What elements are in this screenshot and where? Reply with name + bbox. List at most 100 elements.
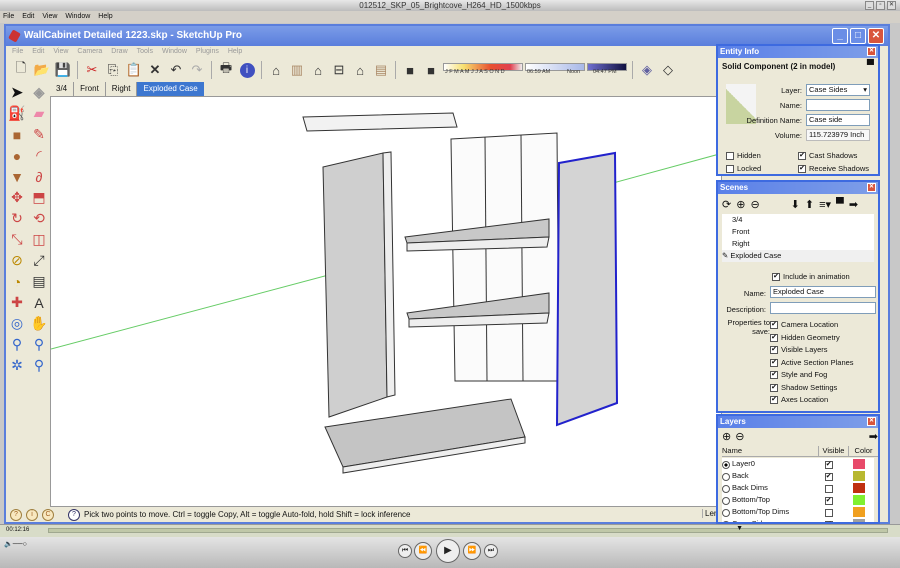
left-view-icon[interactable]: ▤	[372, 61, 390, 79]
protractor-icon[interactable]: ◔	[13, 274, 21, 290]
active-layer-radio[interactable]	[722, 509, 730, 517]
column-color[interactable]: Color	[848, 446, 878, 456]
scene-name-input[interactable]: Exploded Case	[770, 286, 876, 298]
scene-list-item[interactable]: Right	[732, 238, 874, 250]
layer-row[interactable]: Back✔	[722, 470, 874, 482]
view-options-icon[interactable]: ≡▾	[819, 198, 831, 211]
layer-row[interactable]: Layer0✔	[722, 458, 874, 470]
save-icon[interactable]: 💾	[54, 61, 72, 79]
add-scene-icon[interactable]: ⊕	[736, 198, 745, 211]
volume-slider[interactable]: 🔈──○	[4, 540, 27, 548]
scale-icon[interactable]: ⤡	[11, 231, 22, 248]
add-layer-icon[interactable]: ⊕	[722, 430, 731, 443]
name-input[interactable]	[806, 99, 870, 111]
layer-row[interactable]: Back Dims	[722, 482, 874, 494]
new-file-icon[interactable]: 🗋	[12, 61, 30, 79]
play-button[interactable]: ▶	[436, 539, 460, 563]
remove-layer-icon[interactable]: ⊖	[735, 430, 744, 443]
menu-view[interactable]: View	[53, 46, 68, 58]
app-maximize-button[interactable]: □	[850, 28, 866, 44]
tape-measure-icon[interactable]: ⊘	[11, 252, 23, 269]
property-checkbox[interactable]: ✔Visible Layers	[770, 344, 854, 357]
layer-details-icon[interactable]: ➡	[869, 430, 878, 443]
menu-edit[interactable]: Edit	[32, 46, 44, 58]
restore-button[interactable]: ▫	[876, 1, 885, 10]
remove-scene-icon[interactable]: ⊖	[750, 198, 759, 211]
layer-color-swatch[interactable]	[853, 483, 865, 493]
scene-tab[interactable]: Front	[74, 82, 106, 96]
close-icon[interactable]: ✕	[867, 183, 876, 192]
select-icon[interactable]: ➤	[11, 84, 23, 101]
locked-checkbox[interactable]: Locked	[726, 164, 761, 173]
menu-help[interactable]: Help	[228, 46, 242, 58]
menu-plugins[interactable]: Plugins	[196, 46, 219, 58]
paint-bucket-icon[interactable]: ⛽	[8, 105, 25, 122]
rotate-icon[interactable]: ↻	[11, 210, 23, 227]
credits-icon[interactable]: i	[26, 509, 38, 521]
property-checkbox[interactable]: ✔Shadow Settings	[770, 382, 854, 395]
open-folder-icon[interactable]: 📂	[33, 61, 51, 79]
layer-color-swatch[interactable]	[853, 495, 865, 505]
shadow-settings-icon[interactable]: ■	[401, 61, 419, 79]
player-menu-view[interactable]: View	[42, 11, 57, 23]
hidden-checkbox[interactable]: Hidden	[726, 151, 761, 160]
polygon-icon[interactable]: ▼	[10, 169, 24, 185]
close-icon[interactable]: ✕	[867, 47, 876, 56]
seek-thumb[interactable]: ▼	[736, 525, 743, 532]
line-icon[interactable]: ✎	[33, 126, 45, 143]
column-visible[interactable]: Visible	[818, 446, 848, 456]
freehand-icon[interactable]: ∂	[36, 169, 43, 185]
paste-icon[interactable]: 📋	[125, 61, 143, 79]
cast-shadows-checkbox[interactable]: ✔Cast Shadows	[798, 151, 857, 160]
menu-camera[interactable]: Camera	[77, 46, 102, 58]
back-view-icon[interactable]: ⌂	[351, 61, 369, 79]
visible-checkbox[interactable]: ✔	[825, 461, 833, 469]
3d-text-icon[interactable]: A	[34, 295, 43, 311]
zoom-icon[interactable]: ⚲	[12, 336, 22, 353]
player-menu-help[interactable]: Help	[98, 11, 112, 23]
minimize-button[interactable]: _	[865, 1, 874, 10]
rewind-button[interactable]: ⏪	[414, 542, 432, 560]
active-layer-radio[interactable]	[722, 485, 730, 493]
layer-row[interactable]: Bottom/Top Dims	[722, 506, 874, 518]
erase-icon[interactable]: ✕	[146, 61, 164, 79]
circle-icon[interactable]: ●	[13, 148, 21, 164]
right-view-icon[interactable]: ⊟	[330, 61, 348, 79]
menu-window[interactable]: Window	[162, 46, 187, 58]
include-animation-checkbox[interactable]: ✔Include in animation	[772, 272, 850, 281]
zoom-window-icon[interactable]: ⚲	[34, 336, 44, 353]
property-checkbox[interactable]: ✔Axes Location	[770, 394, 854, 407]
player-menu-edit[interactable]: Edit	[22, 11, 34, 23]
scene-list-item-selected[interactable]: ✎ Exploded Case	[722, 250, 874, 262]
receive-shadows-checkbox[interactable]: ✔Receive Shadows	[798, 164, 869, 173]
menu-file[interactable]: File	[12, 46, 23, 58]
layer-select[interactable]: Case Sides▾	[806, 84, 870, 96]
display-shadows-icon[interactable]: ■	[422, 61, 440, 79]
update-scene-icon[interactable]: ⟳	[722, 198, 731, 211]
xray-cube-icon[interactable]: ◈	[638, 61, 656, 79]
make-component-icon[interactable]: ◈	[34, 84, 45, 101]
3d-viewport[interactable]	[50, 96, 722, 507]
orbit-icon[interactable]: ◎	[11, 315, 23, 332]
skip-end-button[interactable]: ⏭	[484, 544, 498, 558]
layer-row[interactable]: Bottom/Top✔	[722, 494, 874, 506]
scene-list-item[interactable]: Front	[732, 226, 874, 238]
text-icon[interactable]: ▤	[32, 273, 45, 290]
definition-name-input[interactable]: Case side	[806, 114, 870, 126]
eraser-icon[interactable]: ▰	[34, 105, 45, 122]
active-layer-radio[interactable]	[722, 473, 730, 481]
cut-icon[interactable]: ✂	[83, 61, 101, 79]
push-pull-icon[interactable]: ⬒	[32, 189, 45, 206]
move-icon[interactable]: ✥	[11, 189, 23, 206]
axes-icon[interactable]: ✚	[11, 294, 23, 311]
visible-checkbox[interactable]	[825, 509, 833, 517]
model-info-icon[interactable]: i	[238, 61, 256, 79]
pan-icon[interactable]: ✋	[30, 315, 47, 332]
close-icon[interactable]: ✕	[867, 417, 876, 426]
active-layer-radio[interactable]	[722, 461, 730, 469]
sign-in-icon[interactable]: C	[42, 509, 54, 521]
app-close-button[interactable]: ✕	[868, 28, 884, 44]
layer-color-swatch[interactable]	[853, 507, 865, 517]
visible-checkbox[interactable]: ✔	[825, 497, 833, 505]
follow-me-icon[interactable]: ⟲	[33, 210, 45, 227]
